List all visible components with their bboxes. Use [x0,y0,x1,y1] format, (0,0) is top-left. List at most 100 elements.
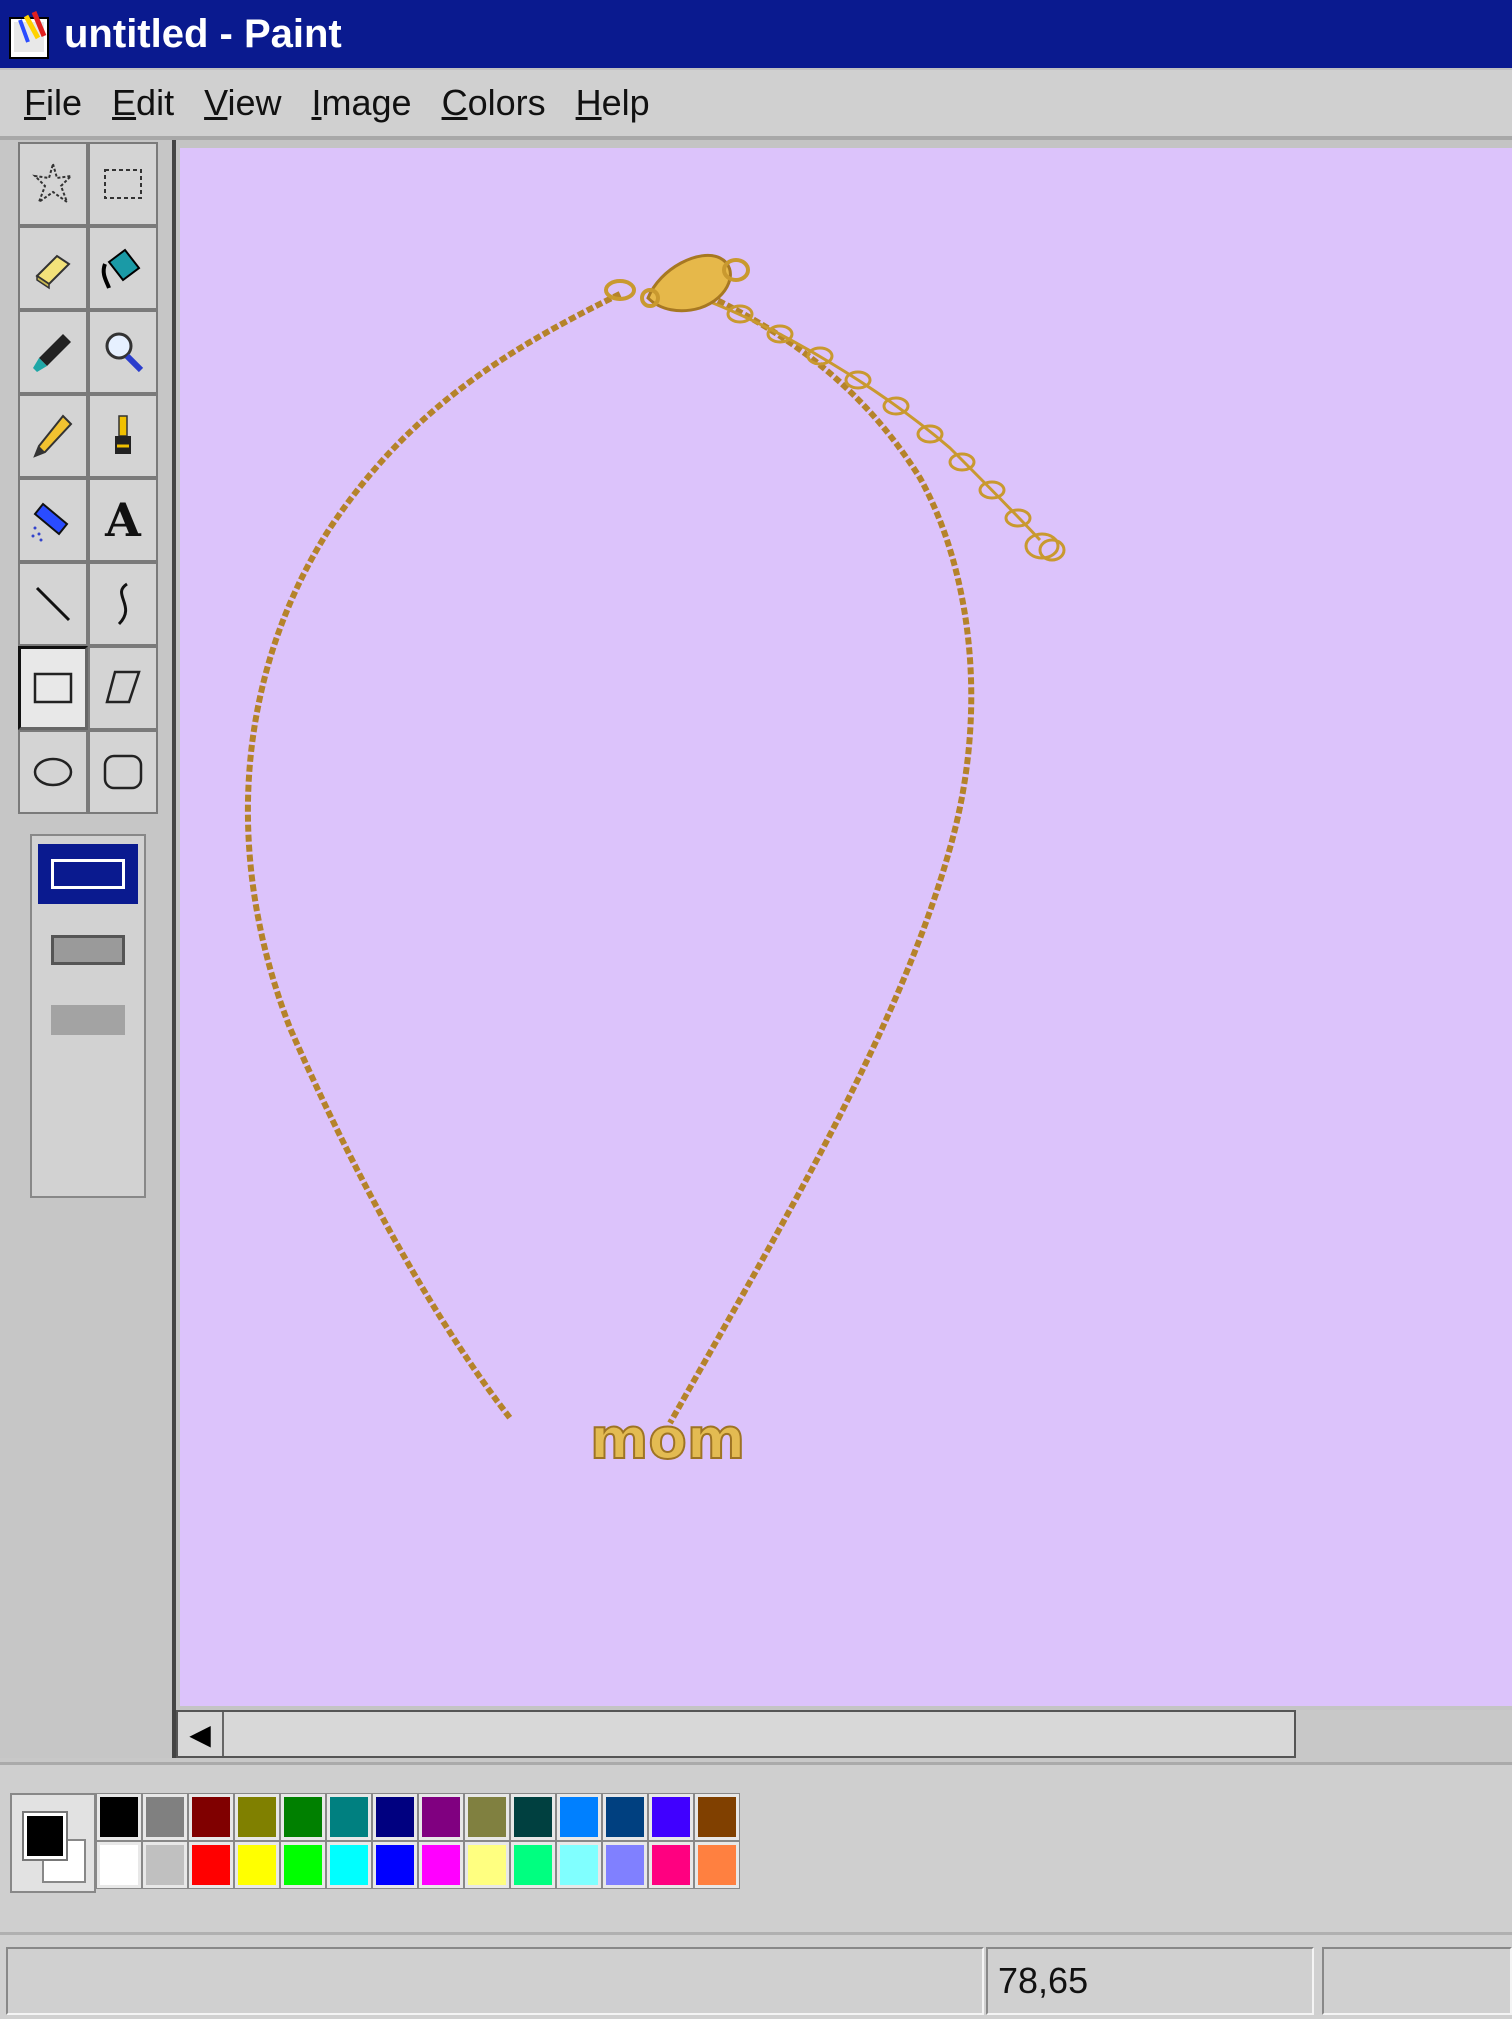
menu-label-rest: elp [601,82,650,123]
tool-eraser[interactable] [18,226,88,310]
free-form-select-icon [32,160,74,205]
color-swatch[interactable] [556,1793,602,1841]
pencil-icon [33,414,73,458]
tool-text[interactable]: A [88,478,158,562]
status-selection-size [1322,1947,1512,2015]
mom-pendant: mom [589,1406,746,1473]
color-swatch[interactable] [372,1841,418,1889]
magnifier-icon [105,332,144,373]
tool-grid: A [18,142,158,814]
color-swatch[interactable] [418,1793,464,1841]
canvas-area: mom [176,140,1512,1710]
fill-only-option[interactable] [38,990,138,1050]
rectangle-select-icon [104,169,142,199]
color-swatch[interactable] [96,1793,142,1841]
polygon-icon [105,670,141,704]
color-swatch[interactable] [694,1793,740,1841]
svg-text:mom: mom [590,1407,745,1472]
scroll-left-button[interactable]: ◀ [178,1712,224,1756]
menu-accelerator: E [112,82,137,123]
color-swatch[interactable] [510,1841,556,1889]
color-swatch[interactable] [326,1793,372,1841]
cursor-coordinates: 78,65 [998,1960,1089,2001]
tool-free-form-select[interactable] [18,142,88,226]
rectangle-icon [33,672,73,704]
tool-eyedropper[interactable] [18,310,88,394]
color-swatch[interactable] [464,1793,510,1841]
drawing-canvas[interactable]: mom [180,148,1512,1706]
brush-icon [115,415,131,454]
color-swatch[interactable] [694,1841,740,1889]
menu-image[interactable]: Image [311,82,411,124]
necklace-image: mom [244,253,1066,1473]
tool-magnifier[interactable] [88,310,158,394]
color-swatch[interactable] [188,1793,234,1841]
menu-file[interactable]: File [24,82,82,124]
tool-pencil[interactable] [18,394,88,478]
tool-rounded-rectangle[interactable] [88,730,158,814]
title-bar: untitled - Paint [0,0,1512,70]
color-swatch[interactable] [142,1841,188,1889]
color-swatch[interactable] [602,1793,648,1841]
color-swatch[interactable] [556,1841,602,1889]
tool-line[interactable] [18,562,88,646]
color-swatch[interactable] [602,1841,648,1889]
status-message [6,1947,984,2015]
color-palette-area [0,1762,1512,1935]
tool-options-box [30,834,146,1198]
menu-view[interactable]: View [204,82,281,124]
menu-accelerator: F [24,82,46,123]
status-bar: 78,65 [0,1932,1512,2019]
airbrush-icon [31,502,69,542]
color-swatch[interactable] [326,1841,372,1889]
color-swatch[interactable] [188,1841,234,1889]
menu-label-rest: ile [46,82,83,123]
color-swatch[interactable] [234,1793,280,1841]
menu-bar: File Edit View Image Colors Help [0,70,1512,140]
rounded-rectangle-icon [103,754,143,790]
line-icon [35,586,71,622]
tool-ellipse[interactable] [18,730,88,814]
horizontal-scrollbar[interactable]: ◀ [176,1710,1296,1758]
curve-icon [117,582,128,626]
color-swatch[interactable] [96,1841,142,1889]
color-swatch[interactable] [280,1841,326,1889]
current-colors-indicator [10,1793,96,1893]
color-swatch[interactable] [372,1793,418,1841]
paint-app-icon[interactable] [8,8,58,60]
color-swatch[interactable] [142,1793,188,1841]
ellipse-icon [33,757,73,787]
toolbox: A [0,140,176,1758]
outline-only-option[interactable] [38,844,138,904]
eraser-icon [35,254,71,290]
color-swatch[interactable] [418,1841,464,1889]
tool-rectangle[interactable] [18,646,88,730]
tool-polygon[interactable] [88,646,158,730]
menu-accelerator: V [204,82,228,123]
eyedropper-icon [33,334,71,372]
menu-help[interactable]: Help [576,82,650,124]
arrow-left-icon: ◀ [189,1718,211,1750]
color-swatch[interactable] [464,1841,510,1889]
tool-curve[interactable] [88,562,158,646]
tool-rectangle-select[interactable] [88,142,158,226]
tool-brush[interactable] [88,394,158,478]
menu-accelerator: H [575,82,602,123]
menu-accelerator: C [441,82,468,123]
status-coordinates: 78,65 [986,1947,1314,2015]
outline-fill-option[interactable] [38,920,138,980]
menu-label-rest: mage [321,82,412,123]
color-swatch[interactable] [648,1793,694,1841]
menu-edit[interactable]: Edit [112,82,174,124]
color-swatch[interactable] [648,1841,694,1889]
tool-airbrush[interactable] [18,478,88,562]
menu-colors[interactable]: Colors [442,82,546,124]
color-swatch[interactable] [280,1793,326,1841]
tool-fill-bucket[interactable] [88,226,158,310]
menu-label-rest: dit [136,82,175,123]
color-swatch[interactable] [234,1841,280,1889]
fill-bucket-icon [101,248,141,289]
color-swatch[interactable] [510,1793,556,1841]
lobster-clasp [604,253,750,313]
menu-accelerator: I [311,82,322,123]
